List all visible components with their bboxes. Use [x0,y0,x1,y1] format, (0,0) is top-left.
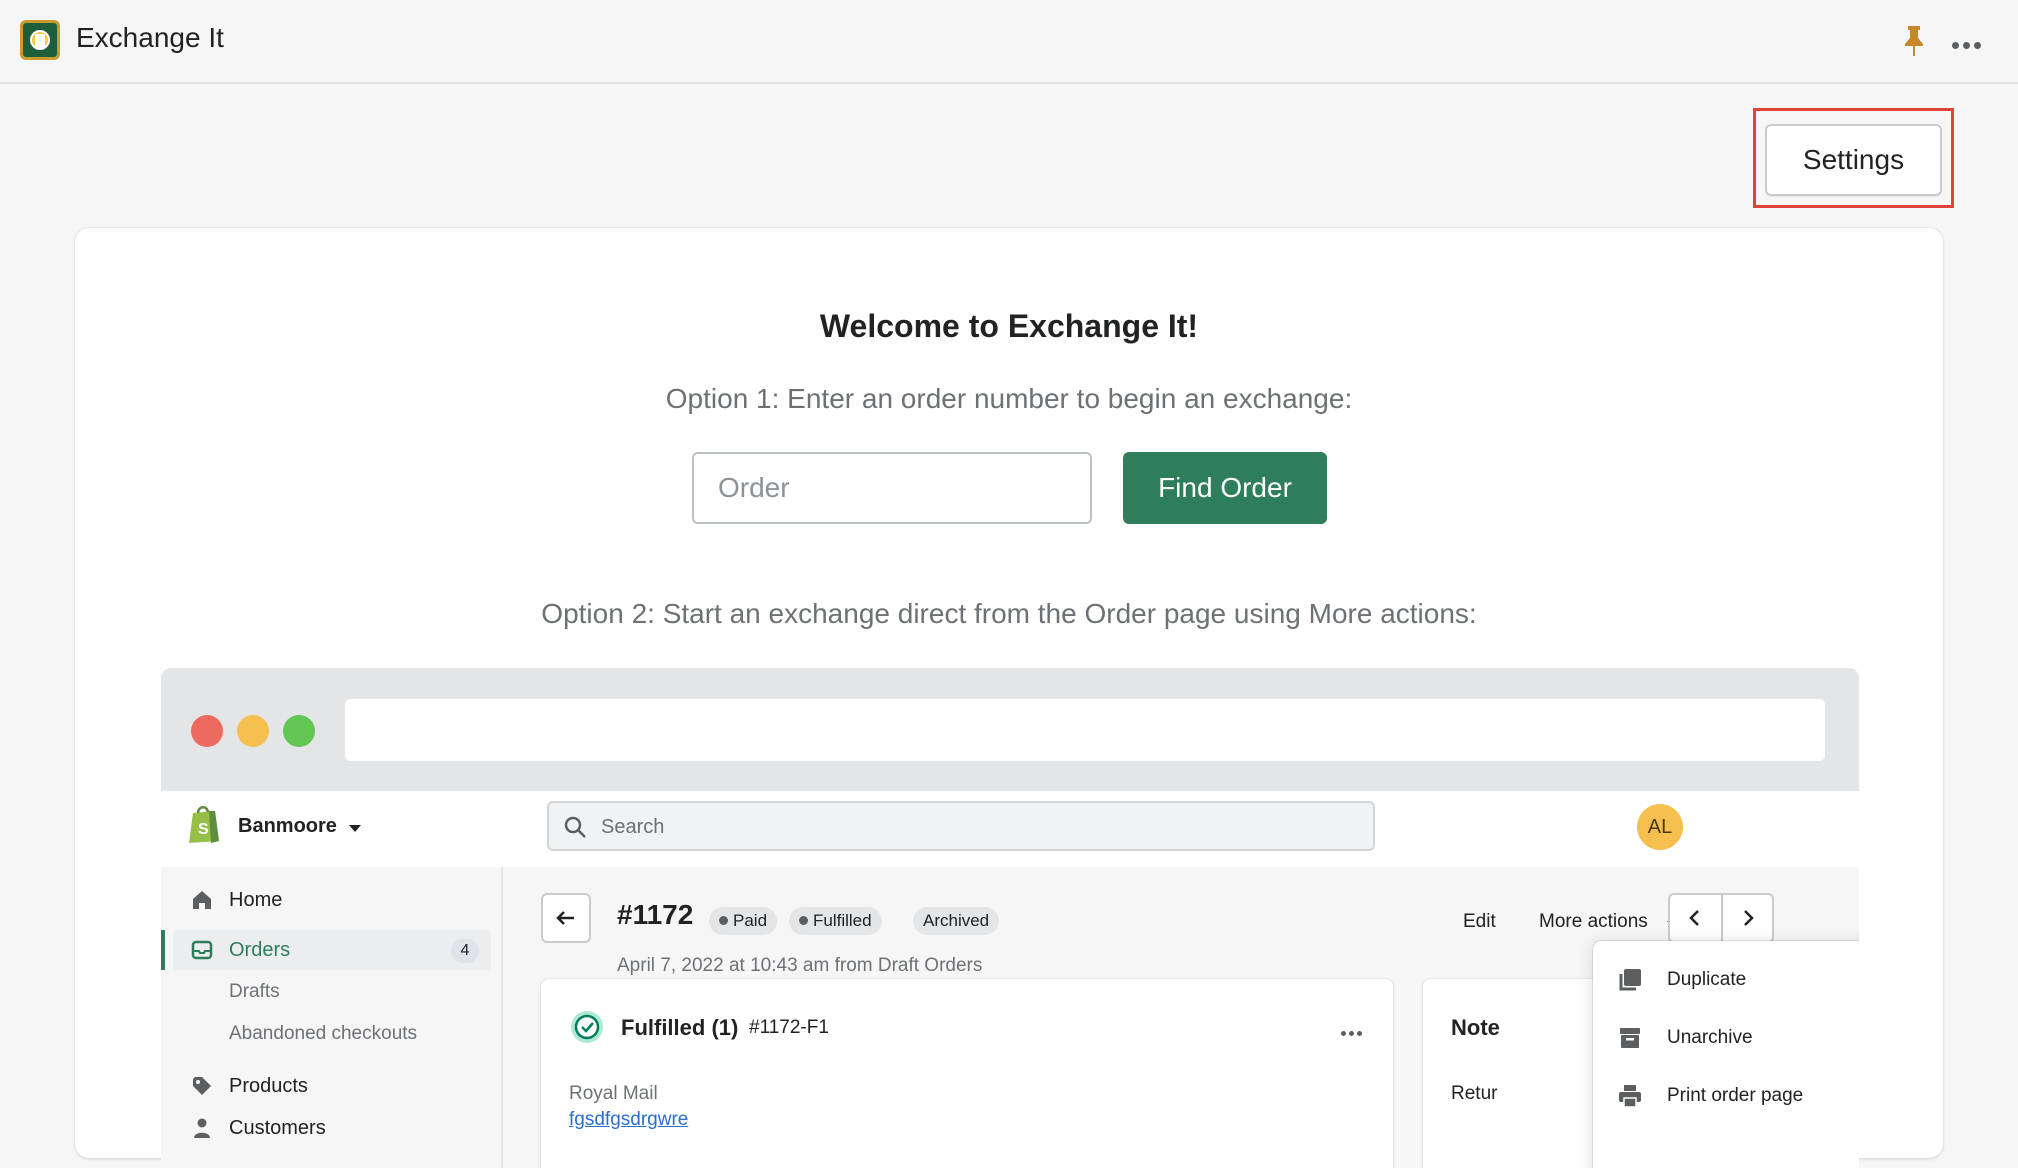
app-logo-icon [20,20,60,60]
browser-chrome [161,668,1859,791]
archive-icon [1620,1028,1640,1048]
nav-item-abandoned-checkouts: Abandoned checkouts [229,1023,418,1044]
app-header: Exchange It [0,0,2018,84]
carrier-name: Royal Mail [569,1083,658,1104]
print-icon [1619,1085,1641,1108]
order-number: #1172 [617,899,694,930]
shop-name: Banmoore [238,815,337,837]
nav-item-home: Home [229,889,283,911]
dropdown-item-unarchive: Unarchive [1667,1027,1753,1048]
order-page-mockup: S Banmoore Search AL Home Orders 4 Draft… [161,668,1859,1168]
chevron-down-icon [349,825,361,832]
more-menu-icon[interactable] [1952,36,1988,49]
find-order-button[interactable]: Find Order [1123,452,1327,524]
home-icon [193,891,211,909]
mockup-order-main: #1172 Paid Fulfilled Archived April 7, 2… [503,867,1859,1168]
chevron-left-icon [1689,910,1699,926]
status-badge: Fulfilled [789,907,882,935]
orders-count-badge: 4 [451,939,479,963]
dropdown-item-duplicate: Duplicate [1667,969,1747,990]
mockup-topbar: S Banmoore Search AL [161,791,1859,869]
app-title: Exchange It [76,22,224,53]
more-actions-link: More actions [1539,911,1648,932]
status-badge: Archived [913,907,1000,935]
svg-text:S: S [198,821,209,838]
avatar: AL [1637,804,1683,850]
nav-selected-indicator [161,930,165,970]
notes-title: Note [1451,1015,1500,1040]
orders-icon [191,940,213,960]
order-pager [1668,893,1774,943]
tag-icon [193,1077,211,1095]
nav-item-customers: Customers [229,1117,326,1139]
chevron-right-icon [1744,910,1754,926]
status-badge: Paid [709,907,778,935]
edit-link: Edit [1463,911,1496,932]
maximize-dot-icon [283,715,315,747]
fulfillment-id: #1172-F1 [749,1017,829,1038]
mockup-sidebar: Home Orders 4 Drafts Abandoned checkouts… [161,867,503,1168]
option2-text: Option 2: Start an exchange direct from … [541,598,1477,629]
search-icon [564,816,586,838]
notes-text: Retur [1451,1083,1498,1104]
option1-text: Option 1: Enter an order number to begin… [665,383,1353,414]
more-dots-icon [1341,1023,1365,1041]
nav-item-orders: Orders [229,939,291,961]
search-placeholder: Search [601,816,665,838]
shopify-bag-icon: S [189,806,219,843]
tracking-link: fgsdfgsdrgwre [569,1109,689,1130]
order-input[interactable] [692,452,1092,524]
mockup-search: Search [547,801,1375,851]
close-dot-icon [191,715,223,747]
arrow-left-icon [556,911,574,925]
nav-item-drafts: Drafts [229,981,280,1002]
nav-selected-bg [173,930,491,970]
welcome-card: Welcome to Exchange It! Option 1: Enter … [75,228,1943,1168]
minimize-dot-icon [237,715,269,747]
fulfilled-card: Fulfilled (1) #1172-F1 Royal Mail fgsdfg… [541,979,1393,1168]
dropdown-item-print-order-page: Print order page [1667,1085,1804,1106]
fulfilled-title: Fulfilled (1) [621,1015,739,1040]
more-actions-dropdown: Duplicate Unarchive Print order page [1593,941,1859,1168]
settings-button[interactable]: Settings [1765,124,1942,196]
back-button [541,893,591,943]
welcome-heading: Welcome to Exchange It! [819,308,1199,344]
duplicate-icon [1619,969,1641,991]
check-circle-icon [571,1011,603,1043]
nav-item-products: Products [229,1075,308,1097]
pin-icon[interactable] [1900,24,1928,58]
person-icon [194,1118,210,1138]
order-date: April 7, 2022 at 10:43 am from Draft Ord… [617,955,983,976]
address-bar [345,699,1825,761]
